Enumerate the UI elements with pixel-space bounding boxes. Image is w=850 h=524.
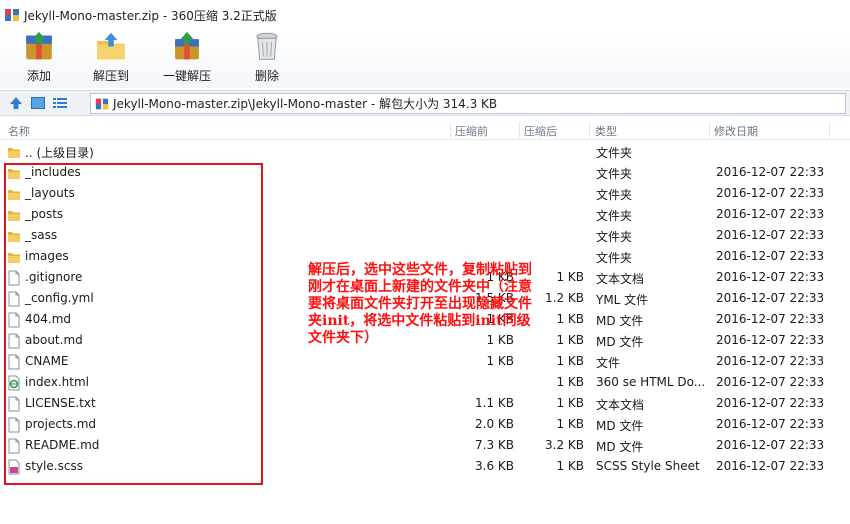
file-type: MD 文件 — [596, 335, 644, 349]
up-arrow-icon — [10, 97, 22, 109]
column-modified[interactable]: 修改日期 — [714, 123, 758, 139]
file-type: 文件 — [596, 356, 621, 370]
large-icons-view-button[interactable] — [28, 93, 48, 113]
file-date: 2016-12-07 22:33 — [716, 354, 825, 368]
path-text: Jekyll-Mono-master.zip\Jekyll-Mono-maste… — [113, 97, 498, 111]
file-size: 2.0 KB — [475, 417, 514, 431]
file-date: 2016-12-07 22:33 — [716, 228, 825, 242]
one-click-extract-icon — [175, 31, 199, 60]
window-title: Jekyll-Mono-master.zip - 360压缩 3.2正式版 — [24, 8, 277, 23]
large-icons-view-icon — [31, 97, 45, 109]
file-row[interactable]: .. (上级目录) 文件夹 — [0, 141, 850, 162]
file-name: .. (上级目录) — [25, 146, 94, 160]
column-header: 名称 压缩前 压缩后 类型 修改日期 — [0, 120, 850, 140]
file-size: 3.6 KB — [475, 459, 514, 473]
file-type: MD 文件 — [596, 314, 644, 328]
one-click-extract-button[interactable]: 一键解压 — [154, 30, 220, 88]
delete-button[interactable]: 删除 — [234, 30, 300, 88]
file-type: 文件夹 — [596, 251, 633, 265]
file-packed-size: 3.2 KB — [545, 438, 584, 452]
file-type: 360 se HTML Do... — [596, 375, 706, 389]
file-date: 2016-12-07 22:33 — [716, 333, 825, 347]
extract-to-icon — [97, 32, 125, 60]
column-separator[interactable] — [519, 122, 520, 138]
file-type: 文本文档 — [596, 398, 645, 412]
file-packed-size: 1 KB — [556, 333, 584, 347]
one-click-extract-label: 一键解压 — [162, 69, 211, 83]
column-separator[interactable] — [829, 122, 830, 138]
column-separator[interactable] — [709, 122, 710, 138]
file-type: 文件夹 — [596, 188, 633, 202]
file-date: 2016-12-07 22:33 — [716, 207, 825, 221]
folder-icon — [7, 144, 21, 160]
file-packed-size: 1 KB — [556, 396, 584, 410]
file-type: 文件夹 — [596, 167, 633, 181]
add-label: 添加 — [26, 69, 51, 83]
column-packed[interactable]: 压缩后 — [524, 123, 557, 139]
extract-to-label: 解压到 — [92, 69, 129, 83]
file-date: 2016-12-07 22:33 — [716, 312, 825, 326]
file-packed-size: 1 KB — [556, 312, 584, 326]
file-date: 2016-12-07 22:33 — [716, 165, 825, 179]
archive-app-icon — [5, 9, 19, 21]
details-view-button[interactable] — [50, 93, 70, 113]
file-packed-size: 1 KB — [556, 354, 584, 368]
column-separator[interactable] — [589, 122, 590, 138]
file-date: 2016-12-07 22:33 — [716, 270, 825, 284]
file-date: 2016-12-07 22:33 — [716, 396, 825, 410]
file-date: 2016-12-07 22:33 — [716, 291, 825, 305]
file-type: YML 文件 — [596, 293, 649, 307]
file-type: 文件夹 — [596, 146, 633, 160]
archive-small-icon — [95, 98, 109, 109]
delete-label: 删除 — [254, 69, 279, 83]
column-size[interactable]: 压缩前 — [455, 123, 488, 139]
file-size: 1.1 KB — [475, 396, 514, 410]
add-button[interactable]: 添加 — [6, 30, 72, 88]
trash-icon — [256, 32, 278, 60]
address-bar: Jekyll-Mono-master.zip\Jekyll-Mono-maste… — [0, 90, 850, 116]
file-size: 7.3 KB — [475, 438, 514, 452]
file-type: MD 文件 — [596, 419, 644, 433]
file-packed-size: 1.2 KB — [545, 291, 584, 305]
file-date: 2016-12-07 22:33 — [716, 375, 825, 389]
file-date: 2016-12-07 22:33 — [716, 438, 825, 452]
extract-to-button[interactable]: 解压到 — [78, 30, 144, 88]
highlight-box — [4, 163, 263, 485]
path-field[interactable]: Jekyll-Mono-master.zip\Jekyll-Mono-maste… — [90, 93, 846, 114]
file-date: 2016-12-07 22:33 — [716, 186, 825, 200]
file-packed-size: 1 KB — [556, 375, 584, 389]
file-type: 文本文档 — [596, 272, 645, 286]
column-name[interactable]: 名称 — [8, 123, 30, 139]
file-packed-size: 1 KB — [556, 417, 584, 431]
toolbar: 添加 解压到 一键解压 删除 — [0, 30, 850, 88]
file-type: MD 文件 — [596, 440, 644, 454]
title-bar: Jekyll-Mono-master.zip - 360压缩 3.2正式版 — [0, 0, 850, 30]
file-date: 2016-12-07 22:33 — [716, 417, 825, 431]
column-separator[interactable] — [450, 122, 451, 138]
file-type: 文件夹 — [596, 230, 633, 244]
file-packed-size: 1 KB — [556, 270, 584, 284]
add-archive-icon — [26, 31, 52, 60]
up-arrow-button[interactable] — [6, 93, 26, 113]
file-date: 2016-12-07 22:33 — [716, 249, 825, 263]
column-type[interactable]: 类型 — [595, 123, 617, 139]
file-packed-size: 1 KB — [556, 459, 584, 473]
file-type: SCSS Style Sheet — [596, 459, 700, 473]
file-type: 文件夹 — [596, 209, 633, 223]
annotation-text: 解压后，选中这些文件，复制粘贴到刚才在桌面上新建的文件夹中（注意要将桌面文件夹打… — [308, 262, 532, 346]
file-size: 1 KB — [486, 354, 514, 368]
file-date: 2016-12-07 22:33 — [716, 459, 825, 473]
list-view-icon — [53, 98, 67, 108]
